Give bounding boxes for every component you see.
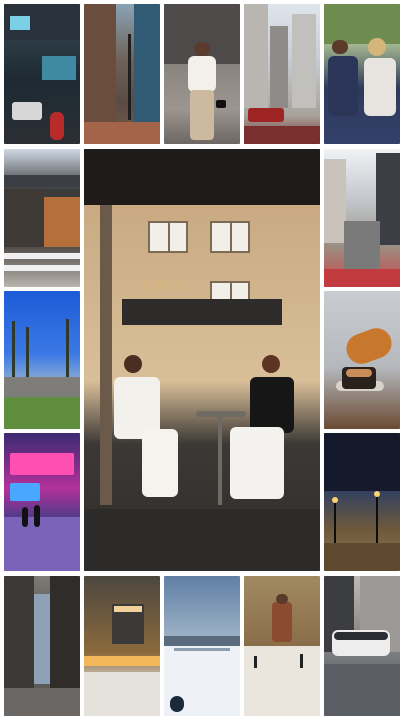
photo-night-street-lamps[interactable]: [324, 433, 400, 571]
photo-cafe-friends[interactable]: Öfferl: [84, 149, 320, 571]
photo-hill-street-view[interactable]: [324, 149, 400, 287]
photo-croissant-coffee[interactable]: [324, 291, 400, 429]
cafe-sign: Öfferl: [142, 278, 187, 294]
photo-neon-square-rain[interactable]: [4, 433, 80, 571]
photo-narrow-street[interactable]: [4, 576, 80, 716]
photo-elevated-train-crosswalk[interactable]: [4, 149, 80, 287]
photo-street-lamp-avenue[interactable]: [84, 4, 160, 144]
person-shirt: [250, 377, 294, 433]
photo-city-street-billboards[interactable]: [4, 4, 80, 144]
cafe-table-leg: [218, 415, 222, 505]
person-pants: [142, 429, 178, 497]
photo-skyscrapers-crosswalk[interactable]: [244, 4, 320, 144]
person-head: [124, 355, 142, 373]
photo-snowy-square-cathedral[interactable]: [244, 576, 320, 716]
person-head: [262, 355, 280, 373]
photo-snowy-market[interactable]: [84, 576, 160, 716]
photo-two-women-on-bench[interactable]: [324, 4, 400, 144]
photo-frozen-river-bridge[interactable]: [164, 576, 240, 716]
photo-tram-street[interactable]: [324, 576, 400, 716]
photo-palm-trees-road[interactable]: [4, 291, 80, 429]
person-pants: [230, 427, 284, 499]
photo-woman-walking-street[interactable]: [164, 4, 240, 144]
